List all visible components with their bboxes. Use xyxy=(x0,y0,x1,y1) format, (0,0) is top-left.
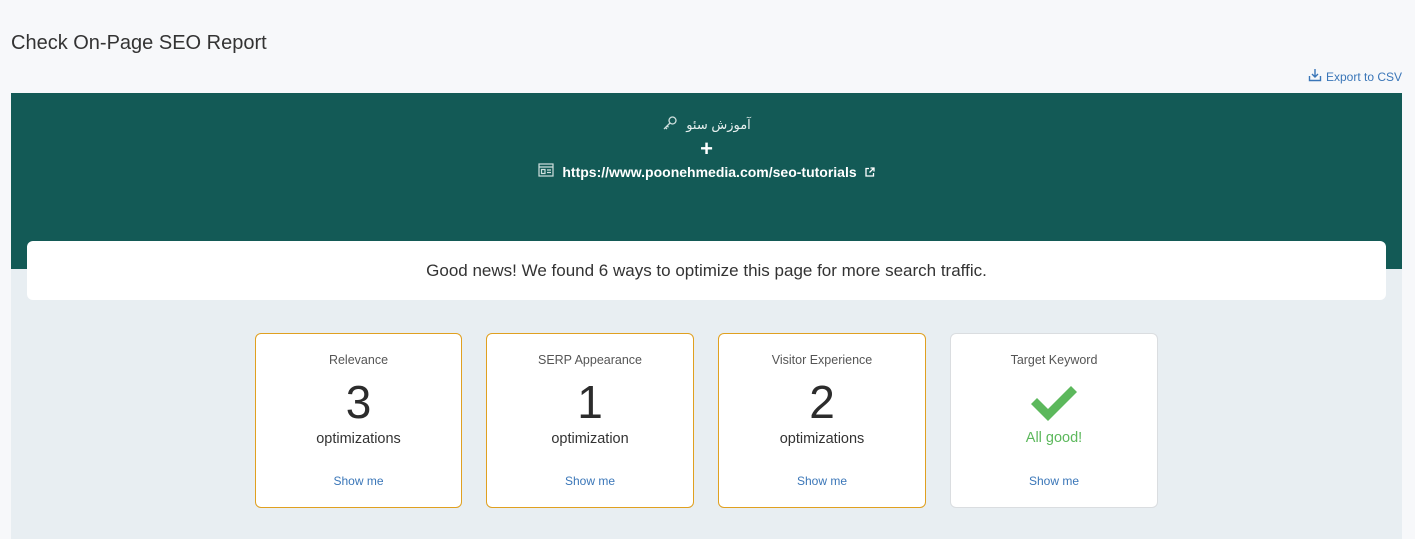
external-link-icon[interactable] xyxy=(864,164,875,180)
summary-box: Good news! We found 6 ways to optimize t… xyxy=(27,241,1386,300)
show-me-link[interactable]: Show me xyxy=(487,474,693,488)
check-icon xyxy=(951,384,1157,424)
show-me-link[interactable]: Show me xyxy=(719,474,925,488)
url-row: https://www.poonehmedia.com/seo-tutorial… xyxy=(11,163,1402,180)
download-icon xyxy=(1308,68,1322,85)
card-label: SERP Appearance xyxy=(537,353,642,367)
key-icon xyxy=(662,115,678,134)
export-csv-label: Export to CSV xyxy=(1325,69,1402,84)
card-label: Visitor Experience xyxy=(771,353,873,367)
card-label: Target Keyword xyxy=(1010,353,1098,367)
card-unit: optimization xyxy=(551,431,629,447)
webpage-icon xyxy=(538,163,554,180)
keyword-row: آموزش سئو xyxy=(11,115,1402,134)
card-unit: optimizations xyxy=(316,431,401,447)
show-me-link[interactable]: Show me xyxy=(256,474,461,488)
card-target-keyword: Target Keyword All good! Show me xyxy=(950,333,1158,508)
export-csv-link[interactable]: Export to CSV xyxy=(1308,68,1402,85)
card-visitor-experience: Visitor Experience 2 optimizations Show … xyxy=(718,333,926,508)
keyword-text: آموزش سئو xyxy=(686,116,751,132)
card-count: 2 xyxy=(809,376,835,428)
card-label: Relevance xyxy=(328,353,389,367)
card-count: 1 xyxy=(577,376,603,428)
results-panel xyxy=(11,269,1402,539)
page-title: Check On-Page SEO Report xyxy=(11,32,267,54)
show-me-link[interactable]: Show me xyxy=(951,474,1157,488)
card-unit: optimizations xyxy=(779,431,865,447)
summary-message: Good news! We found 6 ways to optimize t… xyxy=(426,260,987,280)
plus-sign: + xyxy=(700,136,713,161)
card-count: 3 xyxy=(345,376,372,428)
all-good-status: All good! xyxy=(1025,430,1083,446)
card-serp-appearance: SERP Appearance 1 optimization Show me xyxy=(486,333,694,508)
page-url-link[interactable]: https://www.poonehmedia.com/seo-tutorial… xyxy=(562,164,856,180)
card-relevance: Relevance 3 optimizations Show me xyxy=(255,333,462,508)
